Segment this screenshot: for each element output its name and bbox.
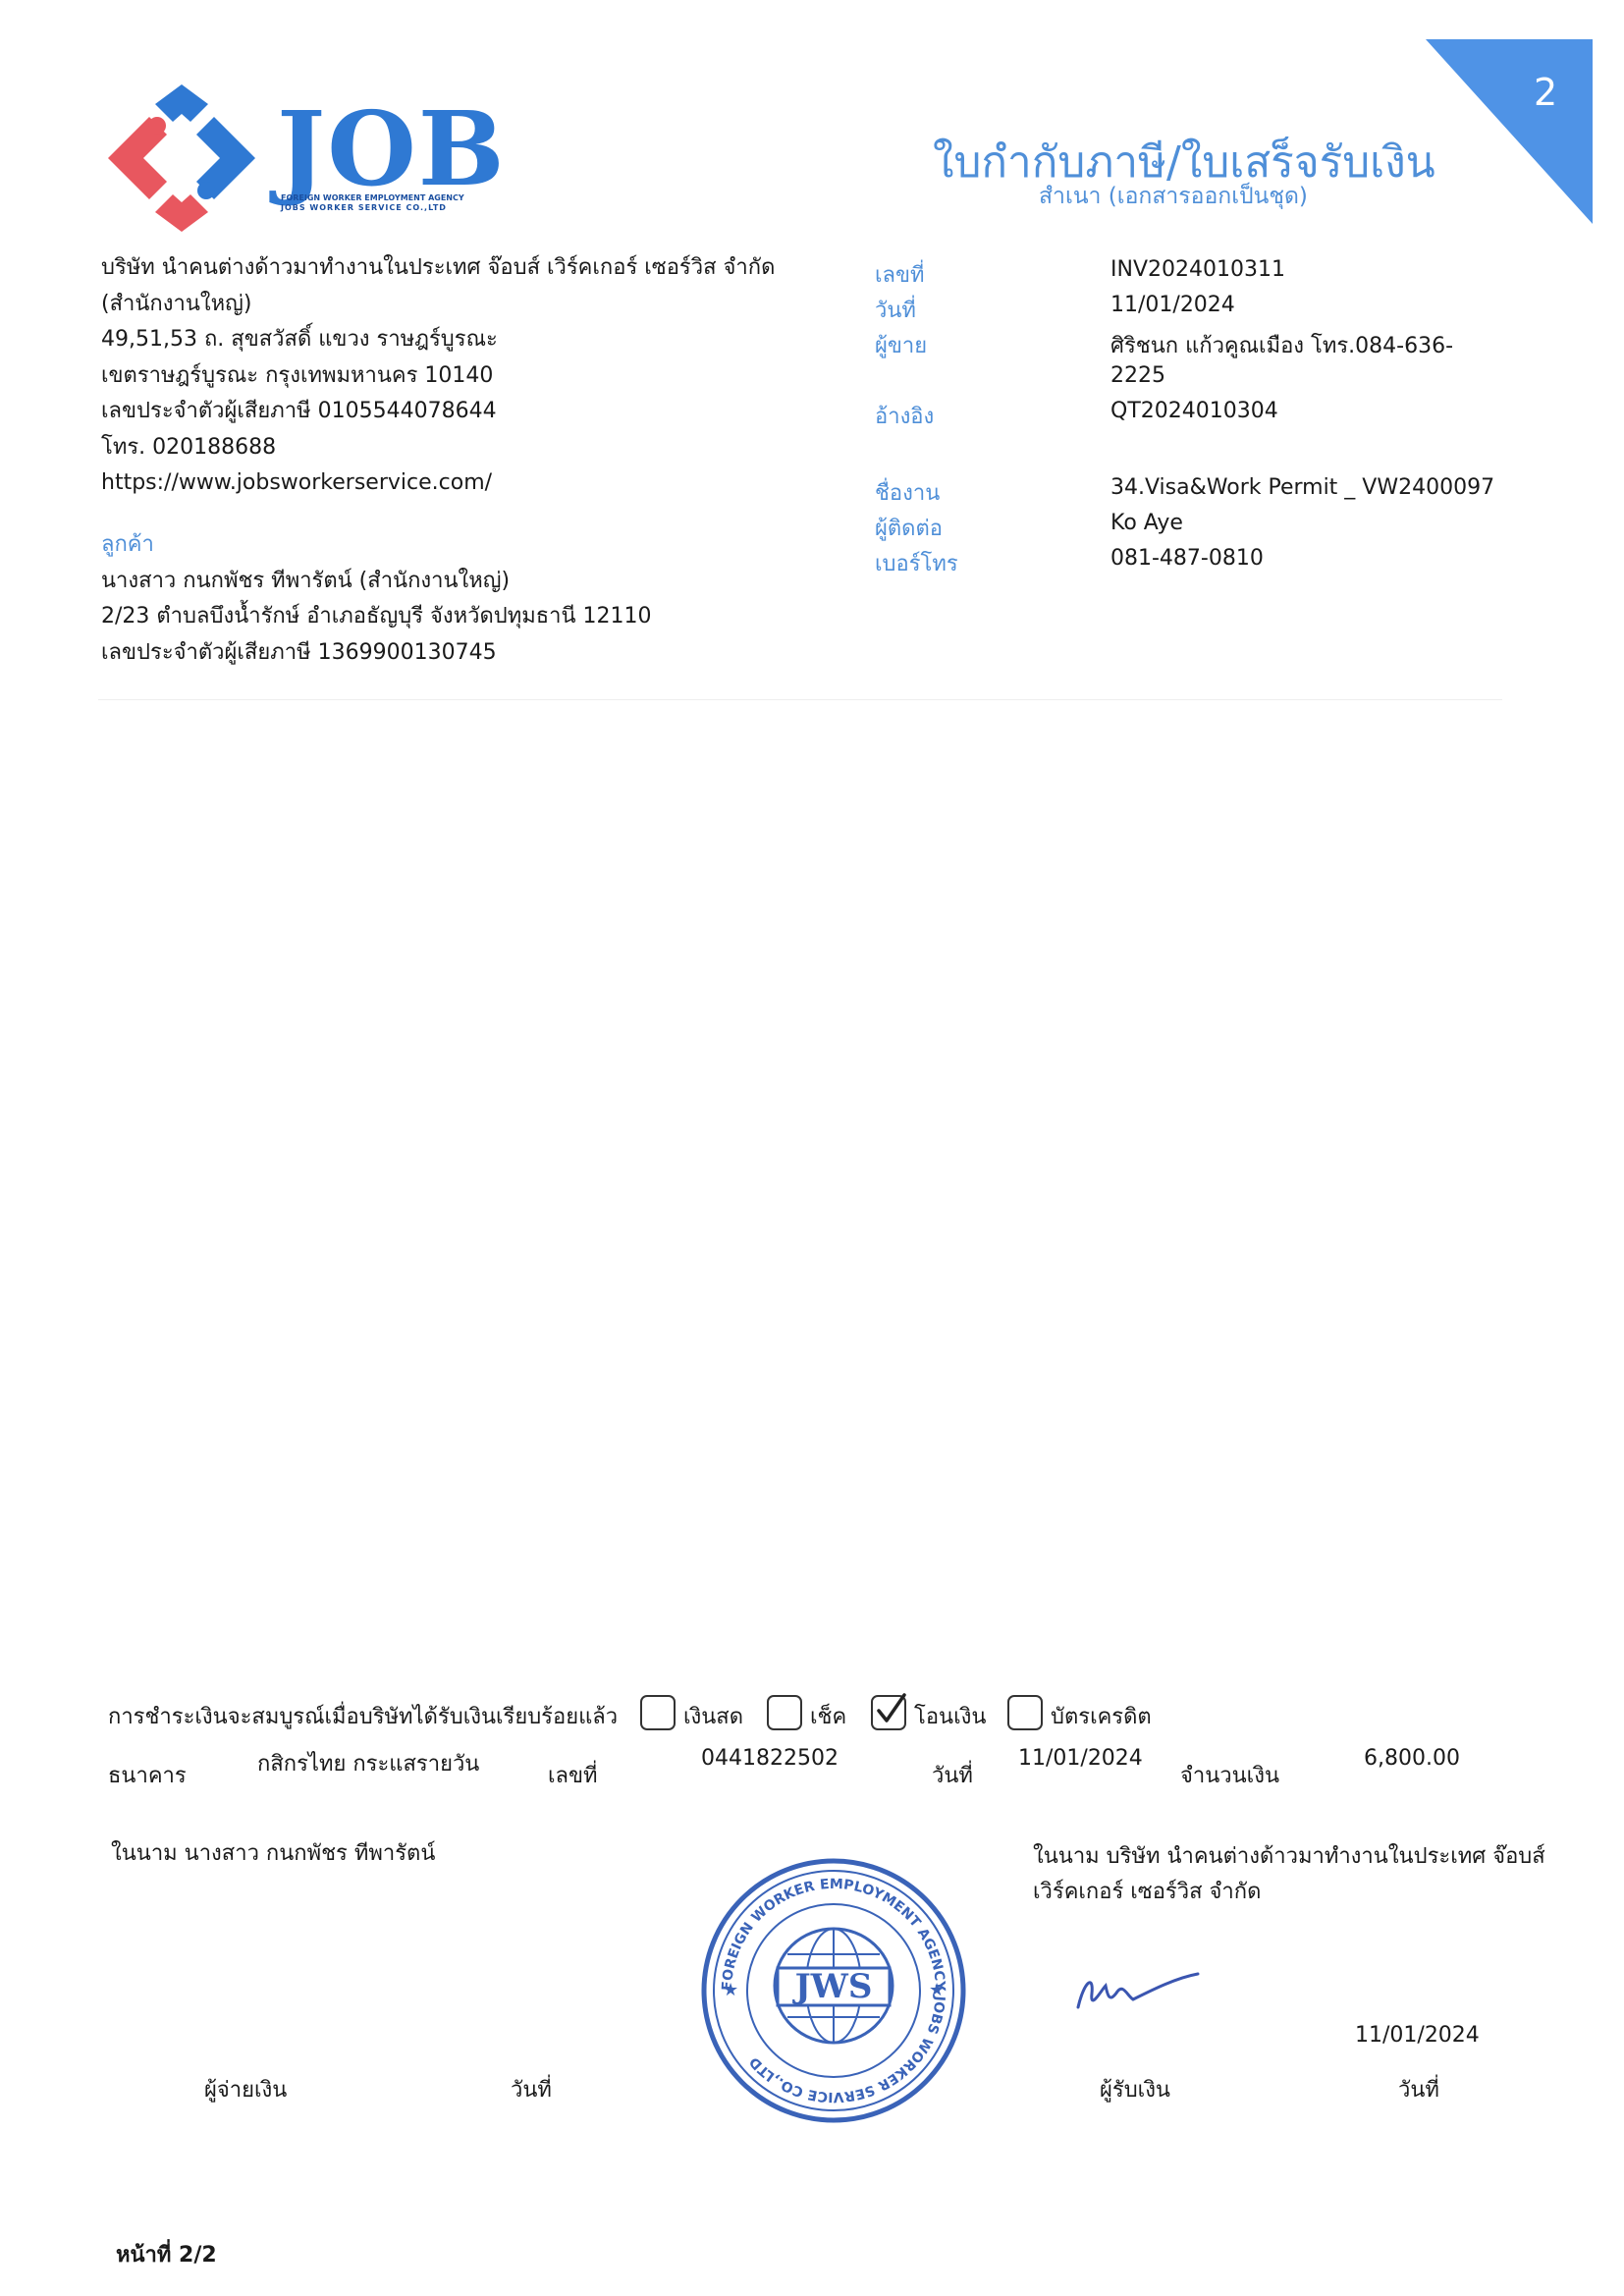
svg-text:★: ★ xyxy=(929,1980,945,2000)
cash-checkbox[interactable] xyxy=(640,1695,676,1730)
company-name: บริษัท นำคนต่างด้าวมาทำงานในประเทศ จ๊อบส… xyxy=(101,255,776,280)
payment-no: 0441822502 xyxy=(701,1746,839,1771)
seller-phone-cont: 2225 xyxy=(1110,363,1165,388)
payment-no-label: เลขที่ xyxy=(548,1764,598,1788)
logo-tagline: FOREIGN WORKER EMPLOYMENT AGENCY xyxy=(281,193,464,202)
amount-label: จำนวนเงิน xyxy=(1180,1764,1279,1788)
document-subtitle: สำเนา (เอกสารออกเป็นชุด) xyxy=(1039,184,1308,209)
customer-tax-id: เลขประจำตัวผู้เสียภาษี 1369900130745 xyxy=(101,639,497,665)
logo-wordmark: JOB xyxy=(277,88,507,209)
amount-value: 6,800.00 xyxy=(1364,1746,1460,1771)
stamp-center-text: JWS xyxy=(792,1967,873,2006)
contact-label: ผู้ติดต่อ xyxy=(875,517,943,541)
cheque-label: เช็ค xyxy=(810,1705,847,1729)
cheque-checkbox[interactable] xyxy=(767,1695,802,1730)
company-address-line: 49,51,53 ถ. สุขสวัสดิ์ แขวง ราษฎร์บูรณะ xyxy=(101,327,498,352)
credit-card-checkbox[interactable] xyxy=(1007,1695,1043,1730)
receiver-date: 11/01/2024 xyxy=(1355,2023,1480,2048)
invoice-number: INV2024010311 xyxy=(1110,257,1285,282)
receiver-date-label: วันที่ xyxy=(1398,2078,1439,2103)
divider xyxy=(98,699,1502,700)
company-address-block: บริษัท นำคนต่างด้าวมาทำงานในประเทศ จ๊อบส… xyxy=(101,250,808,502)
phone-label: เบอร์โทร xyxy=(875,552,958,576)
payer-on-behalf: ในนาม นางสาว กนกพัชร ทีพารัตน์ xyxy=(111,1841,436,1866)
handwritten-signature-icon xyxy=(1076,1972,1200,2009)
job-name: 34.Visa&Work Permit _ VW2400097 xyxy=(1110,475,1495,500)
company-website: https://www.jobsworkerservice.com/ xyxy=(101,470,493,495)
payment-date-label: วันที่ xyxy=(932,1764,973,1788)
company-phone: โทร. 020188688 xyxy=(101,434,277,460)
page-corner-badge xyxy=(1426,39,1593,224)
customer-address: 2/23 ตำบลบึงน้ำรักษ์ อำเภอธัญบุรี จังหวั… xyxy=(101,604,652,629)
receiver-on-behalf: ในนาม บริษัท นำคนต่างด้าวมาทำงานในประเทศ… xyxy=(1033,1844,1545,1869)
payment-methods-row: การชำระเงินจะสมบูรณ์เมื่อบริษัทได้รับเงิ… xyxy=(108,1693,1561,1734)
credit-card-label: บัตรเครดิต xyxy=(1051,1705,1152,1729)
seller-label: ผู้ขาย xyxy=(875,334,928,358)
cash-label: เงินสด xyxy=(683,1705,744,1729)
transfer-checkbox[interactable] xyxy=(871,1693,906,1730)
bank-label: ธนาคาร xyxy=(108,1764,187,1788)
page-number: หน้าที่ 2/2 xyxy=(116,2243,217,2268)
job-label: ชื่องาน xyxy=(875,481,941,506)
company-stamp-icon: FOREIGN WORKER EMPLOYMENT AGENCY JOBS WO… xyxy=(701,1858,966,2123)
receiver-on-behalf-cont: เวิร์คเกอร์ เซอร์วิส จำกัด xyxy=(1033,1880,1262,1904)
company-tax-id: เลขประจำตัวผู้เสียภาษี 0105544078644 xyxy=(101,399,497,423)
page-badge-number: 2 xyxy=(1534,71,1558,114)
transfer-label: โอนเงิน xyxy=(914,1705,987,1729)
receiver-label: ผู้รับเงิน xyxy=(1100,2078,1170,2103)
payer-date-label: วันที่ xyxy=(511,2078,552,2103)
payer-label: ผู้จ่ายเงิน xyxy=(204,2078,288,2103)
customer-block: ลูกค้า นางสาว กนกพัชร ทีพารัตน์ (สำนักงา… xyxy=(101,527,652,671)
reference-number: QT2024010304 xyxy=(1110,399,1278,423)
company-address-line: เขตราษฎร์บูรณะ กรุงเทพมหานคร 10140 xyxy=(101,362,494,388)
payment-date: 11/01/2024 xyxy=(1018,1746,1143,1771)
reference-label: อ้างอิง xyxy=(875,405,935,429)
svg-text:★: ★ xyxy=(723,1980,738,2000)
seller-name: ศิริชนก แก้วคูณเมือง โทร.084-636- xyxy=(1110,334,1454,358)
company-logo-icon xyxy=(108,84,255,232)
customer-name: นางสาว กนกพัชร ทีพารัตน์ (สำนักงานใหญ่) xyxy=(101,568,511,593)
customer-label: ลูกค้า xyxy=(101,532,154,557)
invoice-date: 11/01/2024 xyxy=(1110,293,1235,317)
check-icon xyxy=(877,1693,906,1722)
logo-tagline-company: JOBS WORKER SERVICE CO.,LTD xyxy=(281,203,447,212)
contact-name: Ko Aye xyxy=(1110,511,1183,535)
bank-name: กสิกรไทย กระแสรายวัน xyxy=(257,1752,480,1777)
payment-statement: การชำระเงินจะสมบูรณ์เมื่อบริษัทได้รับเงิ… xyxy=(108,1705,619,1729)
contact-phone: 081-487-0810 xyxy=(1110,546,1264,571)
company-branch: (สำนักงานใหญ่) xyxy=(101,291,252,316)
date-label: วันที่ xyxy=(875,299,916,323)
number-label: เลขที่ xyxy=(875,263,925,288)
